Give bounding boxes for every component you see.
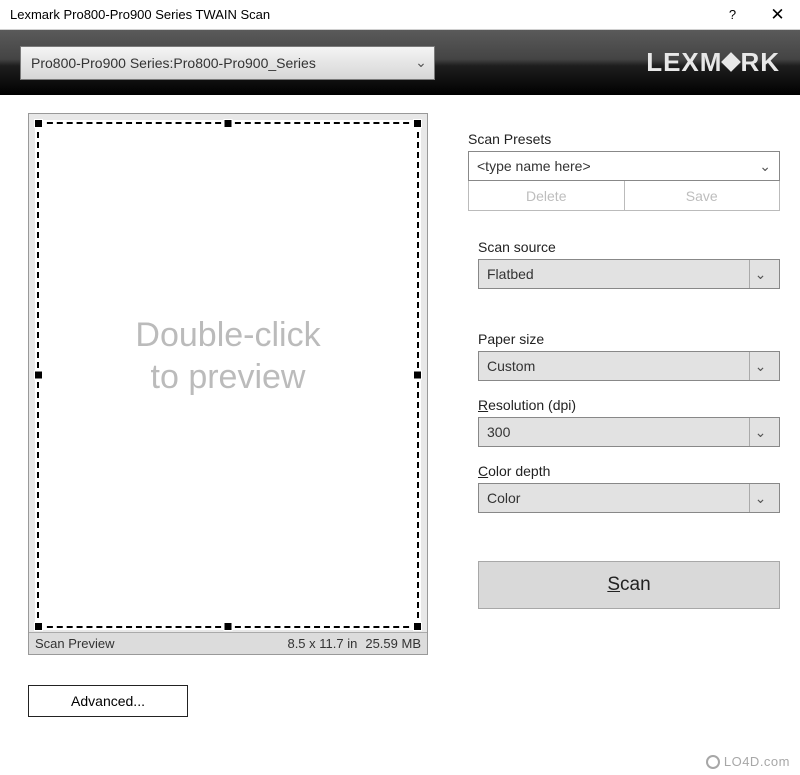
color-depth-value: Color xyxy=(487,490,520,506)
preview-status-label: Scan Preview xyxy=(35,636,114,651)
chevron-down-icon: ⌄ xyxy=(412,54,430,71)
resolution-label: Resolution (dpi) xyxy=(478,397,780,413)
chevron-down-icon: ⌄ xyxy=(749,352,771,380)
paper-size-value: Custom xyxy=(487,358,535,374)
handle-n[interactable] xyxy=(224,119,233,128)
paper-size-dropdown[interactable]: Custom ⌄ xyxy=(478,351,780,381)
handle-nw[interactable] xyxy=(34,119,43,128)
scan-preview-panel: Double-click to preview Scan Preview 8.5… xyxy=(28,113,428,655)
preview-status-bar: Scan Preview 8.5 x 11.7 in 25.59 MB xyxy=(29,632,427,654)
chevron-down-icon: ⌄ xyxy=(749,418,771,446)
preview-placeholder-line1: Double-click xyxy=(35,314,421,357)
handle-ne[interactable] xyxy=(413,119,422,128)
right-column: Scan Presets <type name here> ⌄ Delete S… xyxy=(428,113,780,775)
delete-preset-label: Delete xyxy=(526,188,566,204)
scan-source-field: Scan source Flatbed ⌄ xyxy=(468,239,780,289)
handle-se[interactable] xyxy=(413,622,422,631)
save-preset-button[interactable]: Save xyxy=(624,181,781,211)
preset-buttons-row: Delete Save xyxy=(468,181,780,211)
content-area: Double-click to preview Scan Preview 8.5… xyxy=(0,95,800,775)
resolution-dropdown[interactable]: 300 ⌄ xyxy=(478,417,780,447)
handle-sw[interactable] xyxy=(34,622,43,631)
logo-text-left: LEXM xyxy=(646,47,722,78)
scan-source-label: Scan source xyxy=(478,239,780,255)
advanced-button-label: Advanced... xyxy=(71,693,145,709)
left-column: Double-click to preview Scan Preview 8.5… xyxy=(28,113,428,775)
paper-size-field: Paper size Custom ⌄ xyxy=(468,331,780,381)
close-button[interactable]: ✕ xyxy=(755,0,800,30)
delete-preset-button[interactable]: Delete xyxy=(468,181,624,211)
scan-presets-value: <type name here> xyxy=(477,158,591,174)
help-button[interactable]: ? xyxy=(710,0,755,30)
save-preset-label: Save xyxy=(686,188,718,204)
preview-placeholder: Double-click to preview xyxy=(35,314,421,399)
scan-source-value: Flatbed xyxy=(487,266,534,282)
watermark-icon xyxy=(706,755,720,769)
color-depth-dropdown[interactable]: Color ⌄ xyxy=(478,483,780,513)
scanner-select[interactable]: Pro800-Pro900 Series:Pro800-Pro900_Serie… xyxy=(20,46,435,80)
resolution-value: 300 xyxy=(487,424,510,440)
preview-status-filesize: 25.59 MB xyxy=(365,636,421,651)
watermark: LO4D.com xyxy=(706,754,790,769)
chevron-down-icon: ⌄ xyxy=(749,260,771,288)
chevron-down-icon: ⌄ xyxy=(759,158,771,175)
scan-presets-combo[interactable]: <type name here> ⌄ xyxy=(468,151,780,181)
scan-preview-area[interactable]: Double-click to preview xyxy=(35,120,421,630)
advanced-button[interactable]: Advanced... xyxy=(28,685,188,717)
scan-button[interactable]: Scan xyxy=(478,561,780,609)
preview-placeholder-line2: to preview xyxy=(35,356,421,399)
chevron-down-icon: ⌄ xyxy=(749,484,771,512)
handle-s[interactable] xyxy=(224,622,233,631)
logo-text-right: RK xyxy=(740,47,780,78)
window-title: Lexmark Pro800-Pro900 Series TWAIN Scan xyxy=(10,7,710,22)
scanner-select-value: Pro800-Pro900 Series:Pro800-Pro900_Serie… xyxy=(31,55,412,71)
color-depth-label: Color depth xyxy=(478,463,780,479)
preview-status-size: 8.5 x 11.7 in xyxy=(287,636,357,651)
lexmark-logo: LEXM RK xyxy=(646,47,780,78)
logo-diamond-icon xyxy=(722,52,742,72)
window-titlebar: Lexmark Pro800-Pro900 Series TWAIN Scan … xyxy=(0,0,800,30)
scan-button-label: Scan xyxy=(607,574,650,596)
resolution-field: Resolution (dpi) 300 ⌄ xyxy=(468,397,780,447)
scan-presets-label: Scan Presets xyxy=(468,131,780,147)
watermark-text: LO4D.com xyxy=(724,754,790,769)
color-depth-field: Color depth Color ⌄ xyxy=(468,463,780,513)
paper-size-label: Paper size xyxy=(478,331,780,347)
scan-source-dropdown[interactable]: Flatbed ⌄ xyxy=(478,259,780,289)
topbar: Pro800-Pro900 Series:Pro800-Pro900_Serie… xyxy=(0,30,800,95)
